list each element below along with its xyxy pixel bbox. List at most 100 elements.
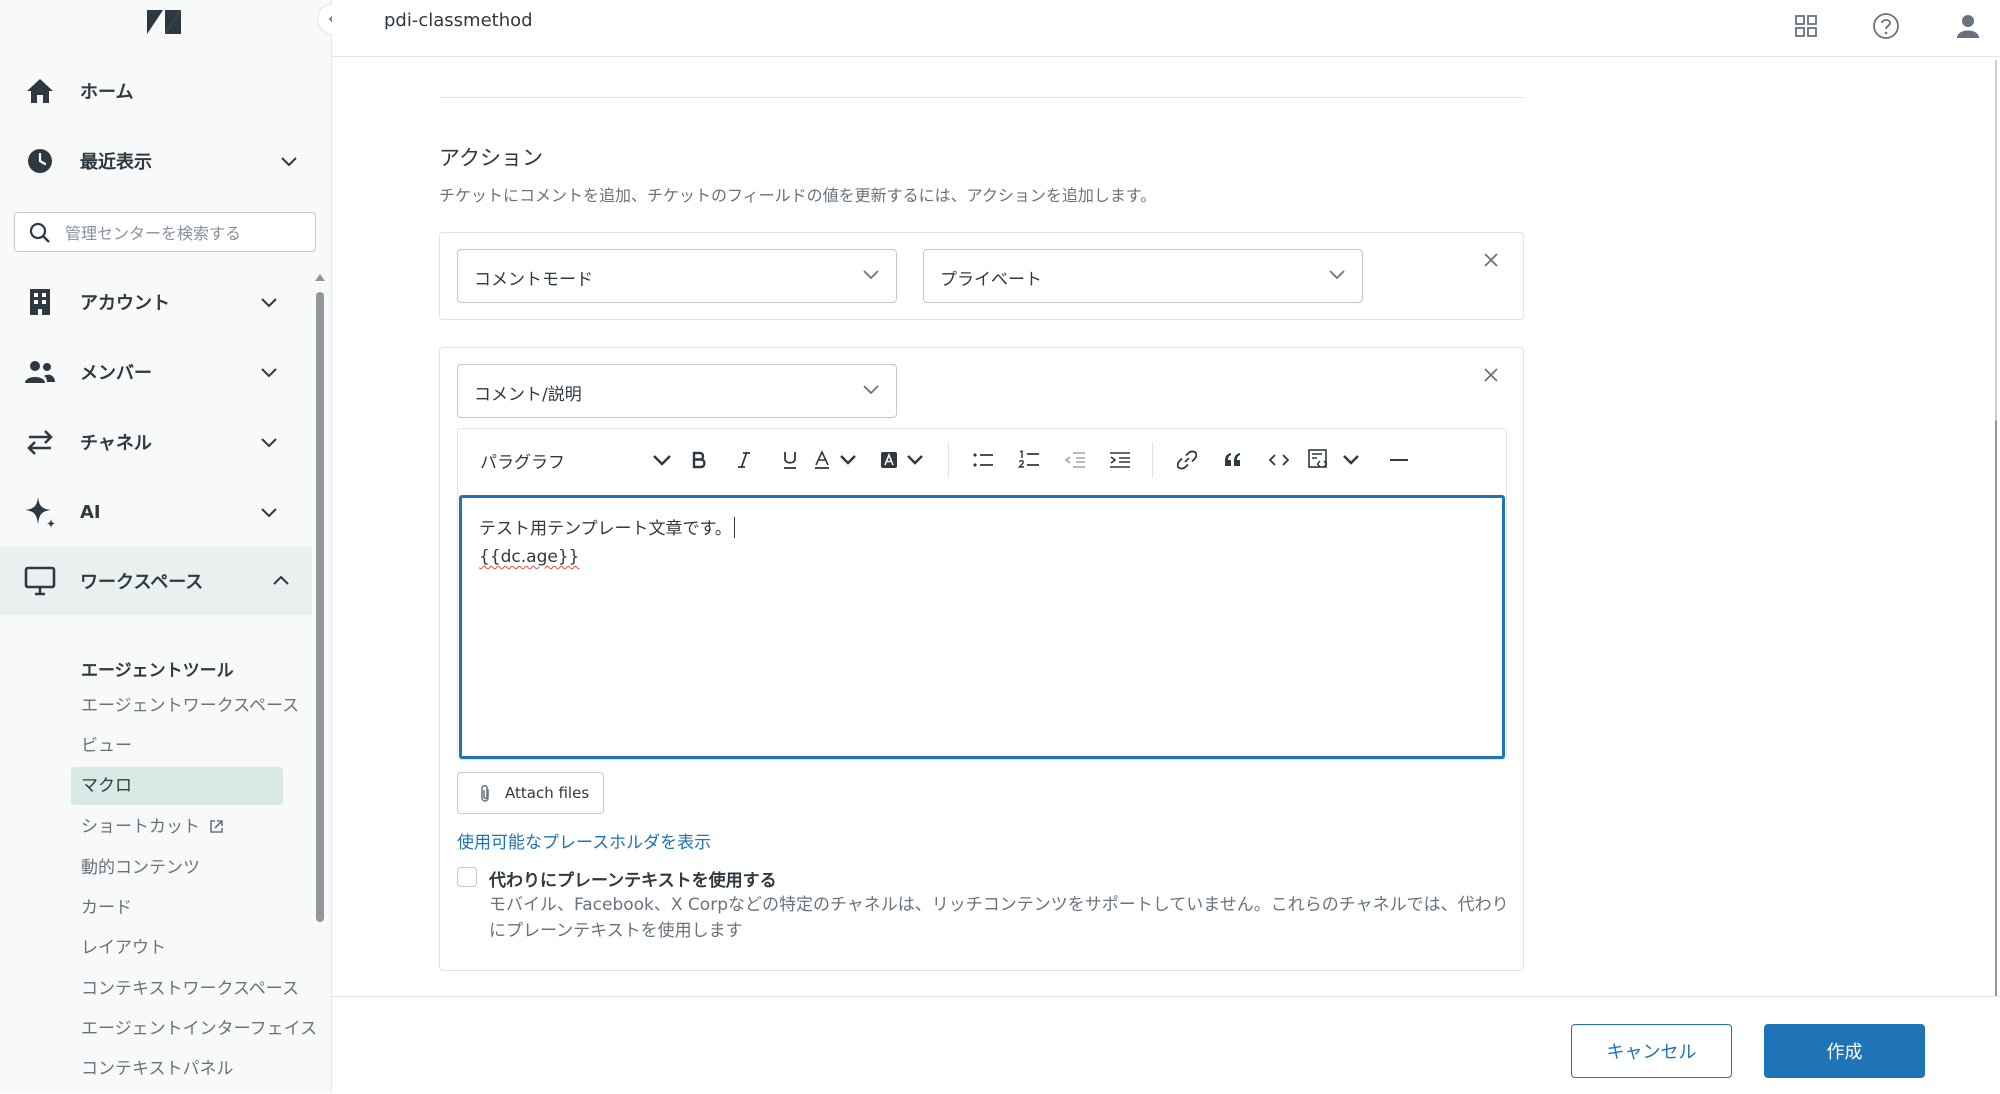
paperclip-icon — [478, 784, 492, 804]
italic-icon — [738, 452, 750, 468]
main-scrollbar-thumb[interactable] — [1995, 420, 1997, 1093]
nav-channels-label: チャネル — [80, 433, 152, 454]
bold-icon — [692, 451, 706, 469]
highlight-icon — [881, 452, 923, 468]
code-button[interactable] — [1264, 445, 1294, 475]
code-icon — [1269, 454, 1289, 466]
sub-item-shortcuts-label: ショートカット — [81, 817, 200, 837]
blockquote-button[interactable] — [1218, 445, 1248, 475]
products-grid-icon[interactable] — [1788, 8, 1824, 44]
subsection-agent-tools: エージェントツール — [81, 661, 234, 681]
action-field-value: コメント/説明 — [474, 385, 582, 405]
chevron-up-icon — [272, 575, 290, 587]
sub-item-agent-interface[interactable]: エージェントインターフェイス — [71, 1010, 317, 1048]
numbered-list-button[interactable] — [1014, 445, 1044, 475]
italic-button[interactable] — [729, 445, 759, 475]
show-placeholders-link[interactable]: 使用可能なプレースホルダを表示 — [457, 828, 711, 853]
footer-bar — [332, 996, 2000, 1094]
bulleted-list-button[interactable] — [968, 445, 998, 475]
insert-code-block-dropdown[interactable] — [1308, 445, 1378, 475]
action-value-select[interactable]: プライベート — [923, 249, 1363, 303]
numbered-list-icon — [1018, 450, 1039, 468]
sub-item-dynamic-content[interactable]: 動的コンテンツ — [71, 849, 283, 887]
actions-title: アクション — [439, 146, 543, 170]
nav-home[interactable]: ホーム — [0, 57, 316, 125]
scroll-up-arrow-icon[interactable] — [314, 272, 326, 282]
section-divider — [440, 97, 1525, 98]
user-profile-icon[interactable] — [1950, 8, 1986, 44]
link-icon — [1177, 450, 1197, 470]
account-name: pdi-classmethod — [384, 10, 533, 31]
quote-icon — [1225, 453, 1240, 466]
action-field-select[interactable]: コメント/説明 — [457, 364, 897, 418]
text-color-dropdown[interactable] — [813, 445, 865, 475]
sub-item-context-workspaces[interactable]: コンテキストワークスペース — [71, 970, 299, 1008]
sub-item-shortcuts[interactable]: ショートカット — [71, 808, 283, 846]
toolbar-separator — [1152, 442, 1153, 478]
chevron-down-icon — [862, 268, 880, 280]
action-row-comment-mode: コメントモード プライベート — [439, 232, 1524, 320]
nav-recent[interactable]: 最近表示 — [0, 127, 316, 195]
zendesk-logo[interactable] — [145, 6, 183, 38]
nav-workspace[interactable]: ワークスペース — [0, 547, 312, 615]
action-field-select[interactable]: コメントモード — [457, 249, 897, 303]
chevron-down-icon — [1328, 268, 1346, 280]
nav-account[interactable]: アカウント — [0, 268, 316, 336]
nav-channels[interactable]: チャネル — [0, 408, 316, 476]
link-button[interactable] — [1172, 445, 1202, 475]
outdent-icon — [1064, 452, 1085, 468]
attach-files-button[interactable]: Attach files — [457, 772, 604, 814]
sidebar-scrollbar-thumb[interactable] — [316, 292, 324, 922]
sub-item-context-panel[interactable]: コンテキストパネル — [71, 1050, 283, 1088]
plain-text-label[interactable]: 代わりにプレーンテキストを使用する — [489, 866, 777, 891]
cancel-button[interactable]: キャンセル — [1571, 1024, 1732, 1078]
sub-item-layouts[interactable]: レイアウト — [71, 929, 283, 967]
search-input[interactable] — [63, 219, 307, 247]
code-block-icon — [1308, 449, 1359, 468]
chevron-down-icon — [653, 455, 671, 466]
sub-item-cards[interactable]: カード — [71, 889, 283, 927]
outdent-button[interactable] — [1060, 445, 1090, 475]
horizontal-rule-button[interactable] — [1384, 445, 1414, 475]
sidebar: ホーム 最近表示 アカウント メンバー — [0, 0, 332, 1093]
chevron-down-icon — [260, 436, 278, 448]
chevron-down-icon — [260, 366, 278, 378]
sub-item-macros[interactable]: マクロ — [71, 767, 283, 805]
editor-text-line1: テスト用テンプレート文章です。 — [479, 519, 732, 539]
remove-action-button[interactable] — [1476, 245, 1506, 275]
attach-files-label: Attach files — [505, 784, 590, 802]
text-color-icon — [815, 450, 856, 469]
indent-button[interactable] — [1105, 445, 1135, 475]
search-icon — [29, 222, 51, 244]
sub-item-views[interactable]: ビュー — [71, 727, 283, 765]
help-icon[interactable] — [1868, 8, 1904, 44]
plain-text-checkbox[interactable] — [457, 867, 477, 887]
background-color-dropdown[interactable] — [880, 445, 932, 475]
editor-content-line: {{dc.age}} — [479, 543, 1485, 571]
toolbar-separator — [948, 442, 949, 478]
block-format-dropdown[interactable]: パラグラフ — [472, 445, 672, 475]
underline-icon — [784, 452, 796, 469]
sparkle-icon — [23, 495, 57, 529]
nav-ai[interactable]: AI — [0, 478, 316, 546]
block-format-value: パラグラフ — [480, 452, 565, 473]
remove-action-button[interactable] — [1476, 360, 1506, 390]
bulleted-list-icon — [973, 453, 993, 467]
rich-text-editor: パラグラフ テスト用テンプレート文章です。 {{dc.age}} — [457, 428, 1507, 760]
building-icon — [23, 285, 57, 319]
bold-button[interactable] — [684, 445, 714, 475]
main-scrollbar[interactable] — [1994, 60, 2000, 1093]
sub-item-agent-workspace[interactable]: エージェントワークスペース — [71, 687, 299, 725]
admin-search[interactable] — [14, 212, 316, 252]
editor-content-area[interactable]: テスト用テンプレート文章です。 {{dc.age}} — [459, 495, 1505, 759]
nav-members[interactable]: メンバー — [0, 338, 316, 406]
nav-workspace-label: ワークスペース — [80, 572, 204, 593]
create-button[interactable]: 作成 — [1764, 1024, 1925, 1078]
nav-ai-label: AI — [80, 501, 101, 523]
chevron-down-icon — [260, 506, 278, 518]
underline-button[interactable] — [775, 445, 805, 475]
action-field-value: コメントモード — [474, 270, 593, 290]
home-icon — [23, 74, 57, 108]
plain-text-hint: モバイル、Facebook、X Corpなどの特定のチャネルは、リッチコンテンツ… — [489, 895, 1509, 941]
close-icon — [1484, 368, 1498, 382]
